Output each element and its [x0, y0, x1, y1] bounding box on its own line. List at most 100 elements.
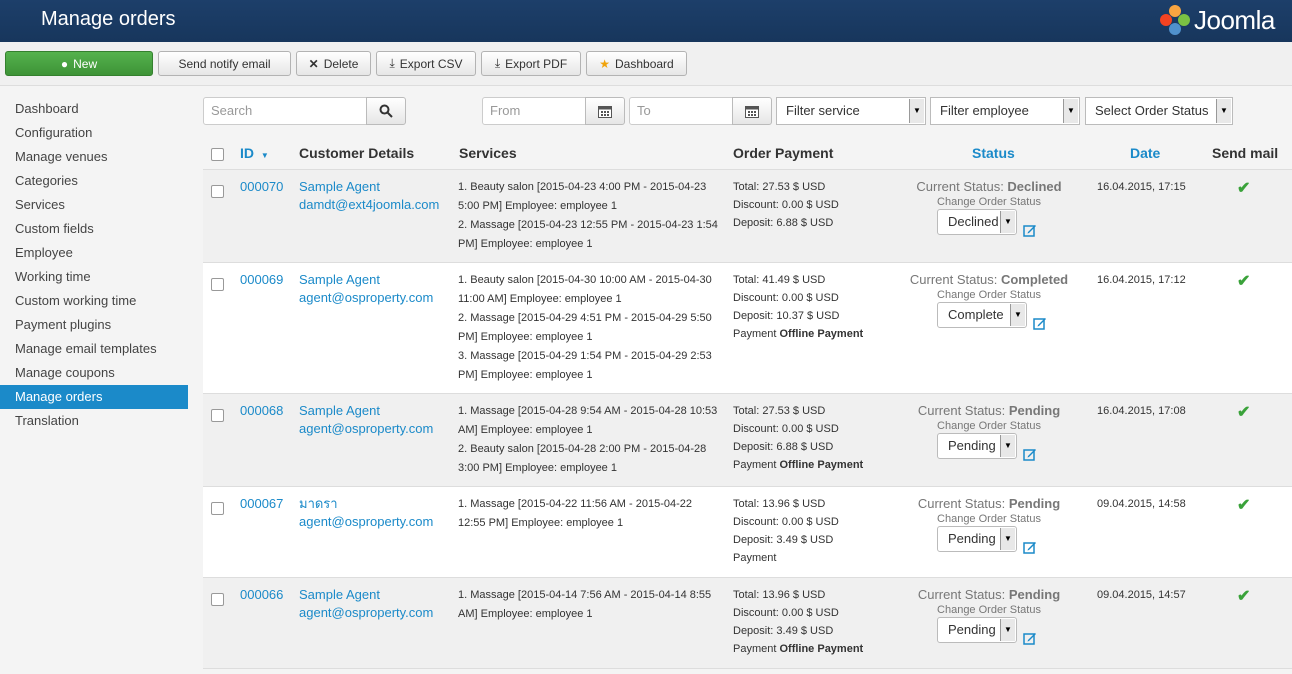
row-checkbox[interactable] — [211, 593, 224, 606]
order-services: 1. Massage [2015-04-14 7:56 AM - 2015-04… — [458, 589, 712, 620]
sidebar-item-custom-fields[interactable]: Custom fields — [0, 217, 188, 241]
to-date-input[interactable]: To — [629, 97, 733, 125]
sidebar-item-configuration[interactable]: Configuration — [0, 121, 188, 145]
change-status-select[interactable]: Pending ▼ — [937, 433, 1017, 459]
edit-icon[interactable] — [1023, 540, 1037, 554]
current-status-prefix: Current Status: — [917, 403, 1009, 418]
chevron-down-icon: ▼ — [1000, 528, 1015, 550]
current-status-prefix: Current Status: — [917, 496, 1009, 511]
joomla-logo[interactable]: Joomla — [1160, 2, 1275, 38]
sidebar-item-services[interactable]: Services — [0, 193, 188, 217]
order-payment: Total: 27.53 $ USD Discount: 0.00 $ USD De… — [733, 178, 839, 232]
customer-name-link[interactable]: Sample Agent — [299, 402, 433, 420]
sort-desc-icon: ▼ — [260, 151, 269, 160]
sidebar-item-translation[interactable]: Translation — [0, 409, 188, 433]
payment-method: Payment Offline Payment — [733, 456, 863, 474]
edit-icon[interactable] — [1033, 316, 1047, 330]
customer-name-link[interactable]: Sample Agent — [299, 586, 433, 604]
change-status-value: Declined — [948, 214, 999, 229]
status-column-header[interactable]: Status — [972, 145, 1015, 161]
id-column-header[interactable]: ID ▼ — [240, 145, 269, 161]
order-id-link[interactable]: 000066 — [240, 587, 283, 602]
customer-email-link[interactable]: agent@osproperty.com — [299, 604, 433, 622]
from-calendar-button[interactable] — [585, 97, 625, 125]
sidebar-item-working-time[interactable]: Working time — [0, 265, 188, 289]
change-status-select[interactable]: Pending ▼ — [937, 617, 1017, 643]
dashboard-label: Dashboard — [615, 56, 674, 71]
change-status-select[interactable]: Complete ▼ — [937, 302, 1027, 328]
order-id-link[interactable]: 000068 — [240, 403, 283, 418]
to-calendar-button[interactable] — [732, 97, 772, 125]
export-csv-label: Export CSV — [399, 56, 463, 71]
edit-icon[interactable] — [1023, 447, 1037, 461]
table-row: 000069 Sample Agent agent@osproperty.com 1.… — [203, 263, 1292, 394]
sidebar-item-coupons[interactable]: Manage coupons — [0, 361, 188, 385]
sidebar-item-email-templates[interactable]: Manage email templates — [0, 337, 188, 361]
payment-discount: Discount: 0.00 $ USD — [733, 423, 839, 435]
row-checkbox[interactable] — [211, 409, 224, 422]
dashboard-button[interactable]: ★ Dashboard — [586, 51, 687, 76]
sidebar-item-employee[interactable]: Employee — [0, 241, 188, 265]
current-status: Current Status: Completed — [894, 272, 1084, 287]
calendar-icon — [598, 105, 612, 118]
top-header: Manage orders Joomla — [0, 0, 1292, 42]
sidebar-item-orders[interactable]: Manage orders — [0, 385, 188, 409]
change-status-label: Change Order Status — [937, 289, 1041, 301]
sidebar-item-custom-working-time[interactable]: Custom working time — [0, 289, 188, 313]
change-status-value: Pending — [948, 622, 996, 637]
chevron-down-icon: ▼ — [1010, 304, 1025, 326]
from-date-input[interactable]: From — [482, 97, 586, 125]
current-status: Current Status: Pending — [894, 496, 1084, 511]
export-csv-button[interactable]: ⤓ Export CSV — [376, 51, 476, 76]
payment-method-value: Offline Payment — [779, 643, 864, 655]
payment-discount: Discount: 0.00 $ USD — [733, 516, 839, 528]
search-icon — [379, 104, 393, 118]
customer-email-link[interactable]: agent@osproperty.com — [299, 420, 433, 438]
table-row: 000066 Sample Agent agent@osproperty.com 1.… — [203, 578, 1292, 669]
sidebar-item-categories[interactable]: Categories — [0, 169, 188, 193]
customer-details: Sample Agent agent@osproperty.com — [299, 586, 433, 622]
payment-deposit: Deposit: 3.49 $ USD — [733, 534, 834, 546]
sidebar-item-dashboard[interactable]: Dashboard — [0, 97, 188, 121]
order-id-link[interactable]: 000070 — [240, 179, 283, 194]
edit-icon[interactable] — [1023, 631, 1037, 645]
change-status-select[interactable]: Declined ▼ — [937, 209, 1017, 235]
customer-name-link[interactable]: Sample Agent — [299, 271, 433, 289]
payment-total: Total: 27.53 $ USD — [733, 181, 826, 193]
change-status-select[interactable]: Pending ▼ — [937, 526, 1017, 552]
sidebar-item-payment-plugins[interactable]: Payment plugins — [0, 313, 188, 337]
order-id-link[interactable]: 000069 — [240, 272, 283, 287]
row-checkbox[interactable] — [211, 185, 224, 198]
order-payment: Total: 27.53 $ USD Discount: 0.00 $ USD De… — [733, 402, 863, 474]
search-input[interactable]: Search — [203, 97, 367, 125]
customer-email-link[interactable]: agent@osproperty.com — [299, 513, 433, 531]
customer-email-link[interactable]: damdt@ext4joomla.com — [299, 196, 439, 214]
date-column-header[interactable]: Date — [1130, 145, 1160, 161]
order-id-link[interactable]: 000067 — [240, 496, 283, 511]
sidebar-item-venues[interactable]: Manage venues — [0, 145, 188, 169]
payment-deposit: Deposit: 6.88 $ USD — [733, 217, 834, 229]
payment-total: Total: 13.96 $ USD — [733, 498, 826, 510]
new-button[interactable]: ● New — [5, 51, 153, 76]
filter-status-select[interactable]: Select Order Status ▼ — [1085, 97, 1233, 125]
delete-button[interactable]: ✕ Delete — [296, 51, 371, 76]
customer-name-link[interactable]: Sample Agent — [299, 178, 439, 196]
row-checkbox[interactable] — [211, 502, 224, 515]
row-checkbox[interactable] — [211, 278, 224, 291]
chevron-down-icon: ▼ — [1063, 99, 1078, 123]
page-title: Manage orders — [41, 8, 176, 30]
select-all-checkbox[interactable] — [211, 148, 224, 161]
send-notify-button[interactable]: Send notify email — [158, 51, 291, 76]
export-pdf-label: Export PDF — [505, 56, 568, 71]
change-status-label: Change Order Status — [937, 604, 1041, 616]
current-status-prefix: Current Status: — [917, 587, 1009, 602]
edit-icon[interactable] — [1023, 223, 1037, 237]
customer-name-link[interactable]: มาดรา — [299, 495, 433, 513]
filter-employee-select[interactable]: Filter employee ▼ — [930, 97, 1080, 125]
payment-discount: Discount: 0.00 $ USD — [733, 607, 839, 619]
filter-service-select[interactable]: Filter service ▼ — [776, 97, 926, 125]
search-button[interactable] — [366, 97, 406, 125]
export-pdf-button[interactable]: ⤓ Export PDF — [481, 51, 581, 76]
customer-email-link[interactable]: agent@osproperty.com — [299, 289, 433, 307]
order-date: 16.04.2015, 17:08 — [1097, 405, 1186, 417]
